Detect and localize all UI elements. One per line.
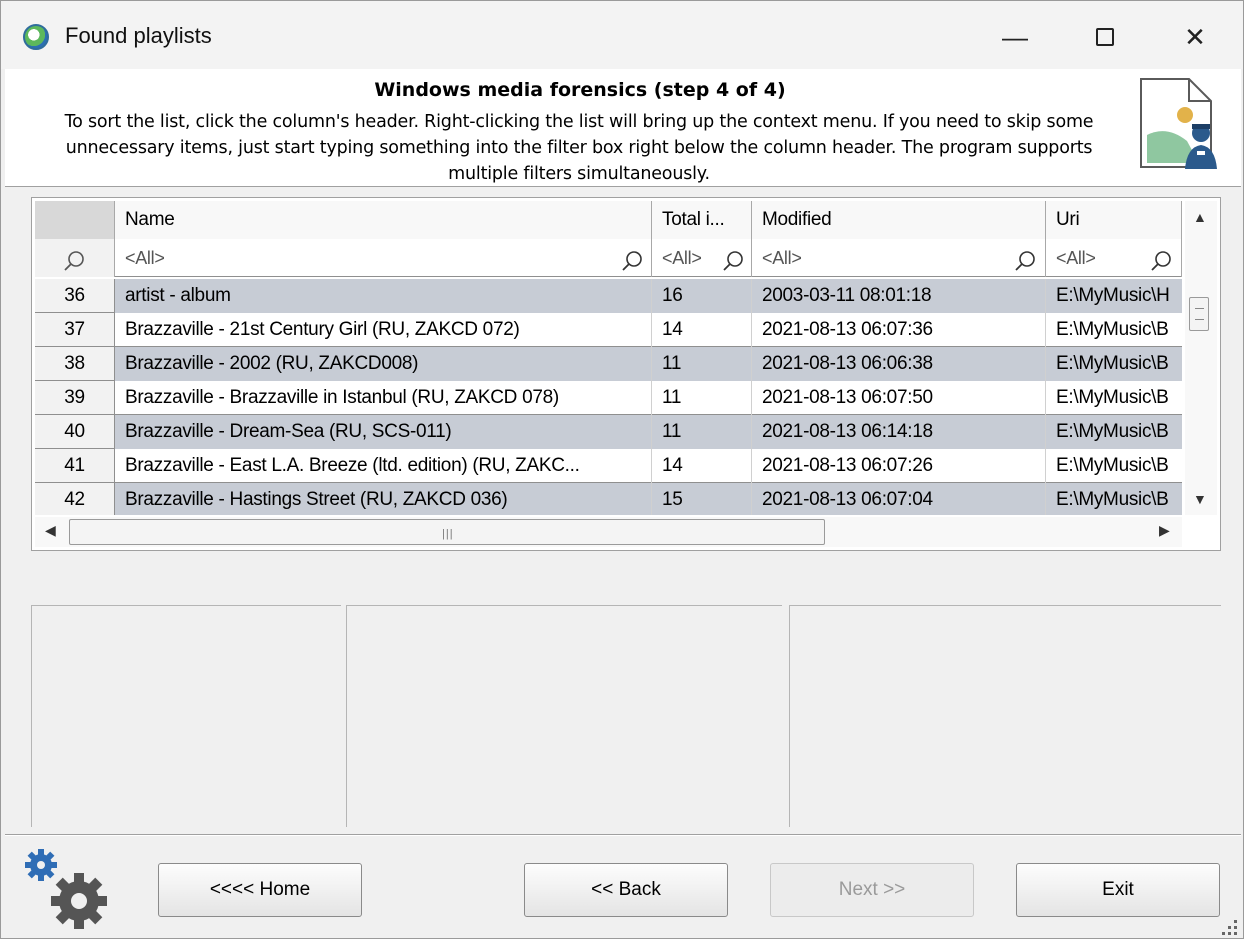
maximize-button[interactable] xyxy=(1073,15,1137,59)
next-button[interactable]: Next >> xyxy=(770,863,974,917)
cell-name: Brazzaville - Hastings Street (RU, ZAKCD… xyxy=(115,483,652,515)
cell-name: Brazzaville - 2002 (RU, ZAKCD008) xyxy=(115,347,652,381)
step-title: Windows media forensics (step 4 of 4) xyxy=(374,79,786,101)
search-icon xyxy=(621,247,643,271)
row-number: 41 xyxy=(35,449,115,483)
lower-panel-right xyxy=(789,605,1221,827)
row-number-header[interactable] xyxy=(35,201,115,239)
cell-uri: E:\MyMusic\H xyxy=(1046,279,1182,313)
cell-uri: E:\MyMusic\B xyxy=(1046,347,1182,381)
cell-modified: 2021-08-13 06:07:36 xyxy=(752,313,1046,347)
table-row[interactable]: 41 Brazzaville - East L.A. Breeze (ltd. … xyxy=(35,449,1182,483)
row-number: 37 xyxy=(35,313,115,347)
app-window: Found playlists — ✕ Windows media forens… xyxy=(0,0,1244,939)
cell-total: 11 xyxy=(652,347,752,381)
table-row[interactable]: 42 Brazzaville - Hastings Street (RU, ZA… xyxy=(35,483,1182,515)
exit-button[interactable]: Exit xyxy=(1016,863,1220,917)
lower-panel-left xyxy=(31,605,341,827)
gears-icon xyxy=(19,847,115,935)
search-icon xyxy=(722,247,744,271)
filter-name-input[interactable]: <All> xyxy=(115,239,652,277)
cell-uri: E:\MyMusic\B xyxy=(1056,319,1169,340)
home-button[interactable]: <<<< Home xyxy=(158,863,362,917)
grid-viewport: Name Total i... Modified Uri <All> <All>… xyxy=(35,201,1182,515)
row-number: 39 xyxy=(35,381,115,415)
playlists-grid[interactable]: Name Total i... Modified Uri <All> <All>… xyxy=(31,197,1221,551)
filter-modified-placeholder: <All> xyxy=(762,248,802,268)
back-button[interactable]: << Back xyxy=(524,863,728,917)
cell-modified: 2021-08-13 06:07:50 xyxy=(752,381,1046,415)
filter-uri-input[interactable]: <All> xyxy=(1046,239,1182,277)
column-header-total[interactable]: Total i... xyxy=(652,201,752,239)
table-row[interactable]: 36 artist - album 16 2003-03-11 08:01:18… xyxy=(35,279,1182,313)
cell-name: Brazzaville - 21st Century Girl (RU, ZAK… xyxy=(115,313,652,347)
wizard-header: Windows media forensics (step 4 of 4) To… xyxy=(5,69,1241,187)
cell-uri: E:\MyMusic\B xyxy=(1056,455,1169,476)
cell-modified: 2021-08-13 06:07:26 xyxy=(752,449,1046,483)
table-row[interactable]: 39 Brazzaville - Brazzaville in Istanbul… xyxy=(35,381,1182,415)
step-description: To sort the list, click the column's hea… xyxy=(64,112,1094,184)
filter-row: <All> <All> <All> <All> xyxy=(35,239,1182,277)
table-row[interactable]: 37 Brazzaville - 21st Century Girl (RU, … xyxy=(35,313,1182,347)
app-logo-icon xyxy=(23,24,49,50)
minimize-icon: — xyxy=(1002,21,1028,52)
resize-grip-icon[interactable] xyxy=(1219,917,1239,937)
cell-name: Brazzaville - Brazzaville in Istanbul (R… xyxy=(115,381,652,415)
footer-divider xyxy=(5,834,1241,836)
cell-name: Brazzaville - Dream-Sea (RU, SCS-011) xyxy=(115,415,652,449)
horizontal-scrollbar[interactable]: ◀ ||| ▶ xyxy=(35,517,1182,547)
cell-name: artist - album xyxy=(115,279,652,313)
search-icon xyxy=(63,247,85,271)
table-row[interactable]: 38 Brazzaville - 2002 (RU, ZAKCD008) 11 … xyxy=(35,347,1182,381)
cell-total: 11 xyxy=(652,381,752,415)
row-number: 36 xyxy=(35,279,115,313)
filter-total-placeholder: <All> xyxy=(662,248,702,268)
row-number: 40 xyxy=(35,415,115,449)
column-header-uri[interactable]: Uri xyxy=(1046,201,1182,239)
row-number: 38 xyxy=(35,347,115,381)
search-icon xyxy=(1150,247,1172,271)
cell-modified: 2021-08-13 06:07:04 xyxy=(752,483,1046,515)
search-icon xyxy=(1014,247,1036,271)
cell-name: Brazzaville - East L.A. Breeze (ltd. edi… xyxy=(115,449,652,483)
cell-uri: E:\MyMusic\B xyxy=(1046,483,1182,515)
column-header-row: Name Total i... Modified Uri xyxy=(35,201,1182,239)
scroll-right-icon[interactable]: ▶ xyxy=(1159,522,1170,539)
cell-uri: E:\MyMusic\B xyxy=(1046,415,1182,449)
cell-total: 16 xyxy=(652,279,752,313)
minimize-button[interactable]: — xyxy=(983,15,1047,59)
cell-uri: E:\MyMusic\B xyxy=(1056,387,1169,408)
row-number: 42 xyxy=(35,483,115,515)
vertical-scroll-thumb[interactable] xyxy=(1189,297,1209,331)
cell-modified: 2021-08-13 06:06:38 xyxy=(752,347,1046,381)
title-bar: Found playlists — ✕ xyxy=(1,1,1243,69)
vertical-scrollbar[interactable]: ▲ ▼ xyxy=(1185,201,1217,515)
filter-uri-placeholder: <All> xyxy=(1056,248,1096,268)
cell-total: 14 xyxy=(652,449,752,483)
document-with-inspector-icon xyxy=(1137,75,1217,173)
cell-modified: 2021-08-13 06:14:18 xyxy=(752,415,1046,449)
column-header-modified[interactable]: Modified xyxy=(752,201,1046,239)
column-header-name[interactable]: Name xyxy=(115,201,652,239)
filter-row-search xyxy=(35,239,115,277)
lower-panel-middle xyxy=(346,605,782,827)
cell-total: 11 xyxy=(652,415,752,449)
cell-total: 14 xyxy=(652,313,752,347)
filter-total-input[interactable]: <All> xyxy=(652,239,752,277)
scroll-down-icon[interactable]: ▼ xyxy=(1193,491,1207,507)
horizontal-scroll-thumb[interactable]: ||| xyxy=(69,519,825,545)
scroll-grip-icon: ||| xyxy=(442,528,454,540)
filter-name-placeholder: <All> xyxy=(125,248,165,268)
window-title: Found playlists xyxy=(65,23,212,48)
filter-modified-input[interactable]: <All> xyxy=(752,239,1046,277)
scroll-up-icon[interactable]: ▲ xyxy=(1193,209,1207,225)
table-row[interactable]: 40 Brazzaville - Dream-Sea (RU, SCS-011)… xyxy=(35,415,1182,449)
scroll-left-icon[interactable]: ◀ xyxy=(45,522,56,539)
close-icon: ✕ xyxy=(1184,21,1206,52)
maximize-icon xyxy=(1096,28,1114,46)
cell-total: 15 xyxy=(652,483,752,515)
close-button[interactable]: ✕ xyxy=(1163,15,1227,59)
cell-modified: 2003-03-11 08:01:18 xyxy=(752,279,1046,313)
